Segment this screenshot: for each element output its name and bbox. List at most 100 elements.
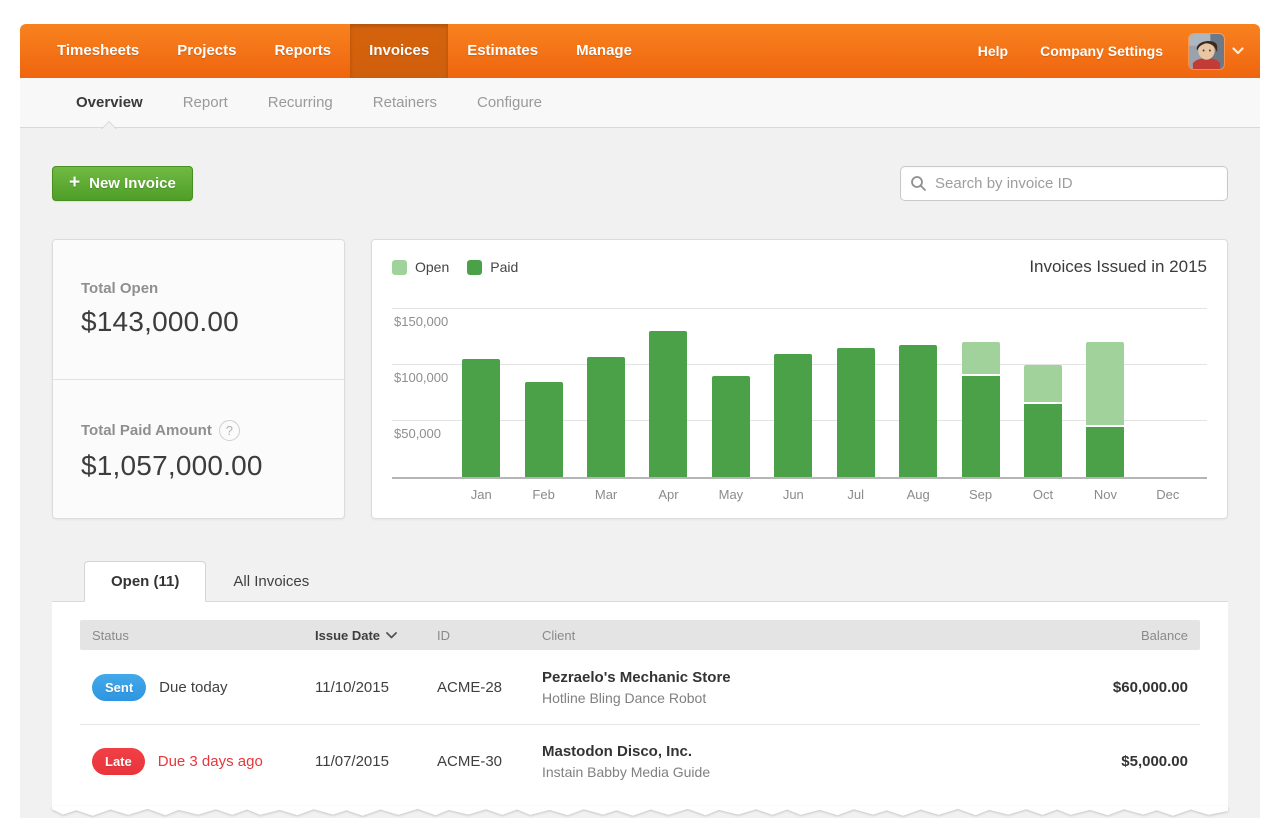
torn-edge [52, 806, 1228, 820]
paid-help-icon[interactable]: ? [219, 420, 240, 441]
bar-slot-jun [762, 294, 824, 477]
balance-cell: $5,000.00 [1018, 753, 1188, 770]
invoice-search [900, 166, 1228, 201]
sort-chevron-down-icon [386, 632, 397, 639]
paid-bar-segment [462, 359, 500, 477]
col-issue-date-label: Issue Date [315, 628, 380, 643]
chart-title: Invoices Issued in 2015 [1029, 257, 1207, 277]
status-cell: Late Due 3 days ago [92, 748, 315, 775]
col-client: Client [542, 628, 1018, 643]
invoice-row-acme-28[interactable]: Sent Due today 11/10/2015 ACME-28 Pezrae… [80, 650, 1200, 724]
paid-bar-segment [899, 345, 937, 477]
month-label: Feb [512, 487, 574, 502]
paid-bar-segment [837, 348, 875, 477]
plus-icon: + [69, 173, 80, 192]
tab-open-invoices[interactable]: Open (11) [84, 561, 206, 602]
paid-bar-segment [525, 382, 563, 477]
issue-date-cell: 11/07/2015 [315, 753, 437, 770]
help-link[interactable]: Help [962, 43, 1024, 59]
subnav-item-configure[interactable]: Configure [457, 78, 562, 128]
issue-date-cell: 11/10/2015 [315, 679, 437, 696]
y-axis-tick-label: $150,000 [394, 314, 448, 329]
total-paid-amount: $1,057,000.00 [81, 450, 316, 482]
bar-slot-dec [1137, 294, 1199, 477]
nav-item-invoices[interactable]: Invoices [350, 24, 448, 78]
legend-item: Open [392, 259, 449, 275]
invoice-table-header: Status Issue Date ID Client Balance [80, 620, 1200, 650]
nav-item-reports[interactable]: Reports [255, 24, 350, 78]
top-nav-right: Help Company Settings [962, 24, 1260, 78]
status-cell: Sent Due today [92, 674, 315, 701]
invoices-chart-card: Open Paid Invoices Issued in 2015 $50,00… [371, 239, 1228, 519]
stacked-bar-oct [1024, 365, 1062, 477]
month-label: May [700, 487, 762, 502]
invoice-list-tabs: Open (11) All Invoices [52, 561, 1228, 602]
bar-slot-mar [575, 294, 637, 477]
torn-edge-path [52, 806, 1228, 816]
client-cell: Pezraelo's Mechanic Store Hotline Bling … [542, 669, 1018, 706]
col-issue-date-sort[interactable]: Issue Date [315, 628, 437, 643]
bar-slot-nov [1074, 294, 1136, 477]
stacked-bar-may [712, 376, 750, 477]
invoices-sub-nav: Overview Report Recurring Retainers Conf… [20, 78, 1260, 128]
invoice-id-cell: ACME-28 [437, 679, 542, 696]
bar-slot-jan [450, 294, 512, 477]
y-axis-tick-label: $50,000 [394, 426, 441, 441]
legend-open-swatch [392, 260, 407, 275]
nav-item-estimates[interactable]: Estimates [448, 24, 557, 78]
new-invoice-label: New Invoice [89, 175, 176, 192]
bar-slot-apr [637, 294, 699, 477]
total-open-label: Total Open [81, 280, 316, 297]
new-invoice-button[interactable]: + New Invoice [52, 166, 193, 201]
totals-card: Total Open $143,000.00 Total Paid Amount… [52, 239, 345, 519]
stacked-bar-jul [837, 348, 875, 477]
month-label: Sep [949, 487, 1011, 502]
stacked-bar-jun [774, 354, 812, 477]
open-bar-segment [1024, 365, 1062, 404]
open-bar-segment [1086, 342, 1124, 426]
paid-bar-segment [649, 331, 687, 477]
nav-item-projects[interactable]: Projects [158, 24, 255, 78]
col-balance: Balance [1018, 628, 1188, 643]
invoices-chart-plot: $50,000 $100,000 $150,000 [392, 294, 1207, 479]
y-axis-tick-label: $100,000 [394, 370, 448, 385]
month-label: Mar [575, 487, 637, 502]
subnav-item-overview[interactable]: Overview [56, 78, 163, 128]
legend-paid-label: Paid [490, 259, 518, 275]
paid-bar-segment [712, 376, 750, 477]
search-input[interactable] [900, 166, 1228, 201]
stacked-bar-sep [962, 342, 1000, 477]
tab-all-invoices[interactable]: All Invoices [206, 561, 336, 602]
toolbar: + New Invoice [52, 166, 1228, 201]
subnav-item-retainers[interactable]: Retainers [353, 78, 457, 128]
client-name: Pezraelo's Mechanic Store [542, 669, 1018, 686]
bar-slot-jul [825, 294, 887, 477]
chart-x-axis-labels: JanFebMarAprMayJunJulAugSepOctNovDec [450, 479, 1199, 502]
chart-legend: Open Paid [392, 259, 518, 275]
subnav-item-recurring[interactable]: Recurring [248, 78, 353, 128]
bars-row [450, 294, 1199, 477]
user-menu-chevron-icon[interactable] [1232, 47, 1244, 55]
stacked-bar-jan [462, 359, 500, 477]
stacked-bar-feb [525, 382, 563, 477]
avatar-illustration [1189, 34, 1224, 69]
company-settings-link[interactable]: Company Settings [1024, 43, 1179, 59]
client-cell: Mastodon Disco, Inc. Instain Babby Media… [542, 743, 1018, 780]
nav-item-manage[interactable]: Manage [557, 24, 651, 78]
nav-item-timesheets[interactable]: Timesheets [38, 24, 158, 78]
late-status-badge: Late [92, 748, 145, 775]
bar-slot-oct [1012, 294, 1074, 477]
page-content: + New Invoice Total Open $143,000.00 [20, 128, 1260, 818]
invoice-row-acme-30[interactable]: Late Due 3 days ago 11/07/2015 ACME-30 M… [80, 724, 1200, 798]
month-label: Jul [825, 487, 887, 502]
invoice-id-cell: ACME-30 [437, 753, 542, 770]
top-nav-items: Timesheets Projects Reports Invoices Est… [20, 24, 651, 78]
col-id: ID [437, 628, 542, 643]
avatar[interactable] [1189, 34, 1224, 69]
chart-header: Open Paid Invoices Issued in 2015 [392, 257, 1207, 277]
paid-bar-segment [962, 376, 1000, 477]
subnav-item-report[interactable]: Report [163, 78, 248, 128]
total-paid-label: Total Paid Amount [81, 422, 212, 439]
user-menu[interactable] [1189, 34, 1244, 69]
stacked-bar-nov [1086, 342, 1124, 477]
